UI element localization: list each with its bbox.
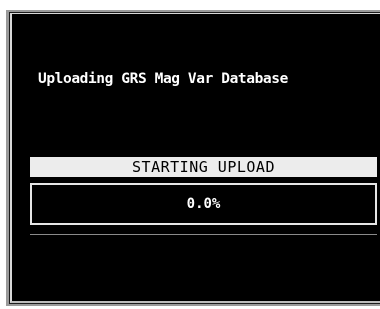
upload-progress-percent: 0.0%: [186, 196, 221, 212]
upload-title: Uploading GRS Mag Var Database: [38, 71, 288, 87]
bottom-divider: [30, 234, 377, 235]
upload-status-bar: STARTING UPLOAD: [30, 157, 377, 177]
display-bezel: Uploading GRS Mag Var Database STARTING …: [0, 0, 380, 309]
upload-progress-bar: 0.0%: [30, 183, 377, 225]
